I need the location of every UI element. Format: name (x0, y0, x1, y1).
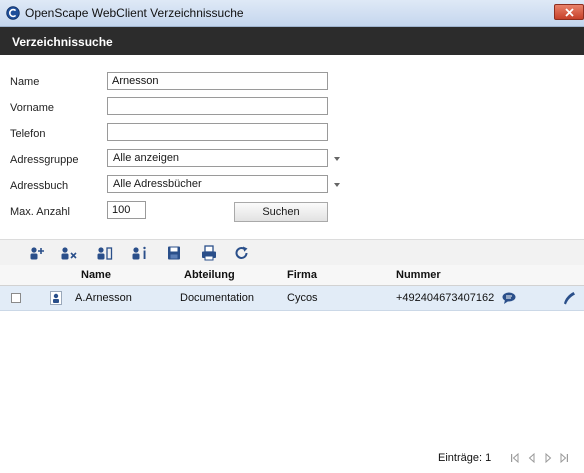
adressgruppe-chevron-down-icon[interactable] (334, 157, 340, 161)
adressbuch-label: Adressbuch (10, 180, 69, 192)
contact-person-icon (50, 291, 62, 305)
last-page-icon[interactable] (559, 452, 569, 464)
column-header-name[interactable]: Name (81, 269, 111, 281)
max-anzahl-label: Max. Anzahl (10, 206, 70, 218)
adressgruppe-label: Adressgruppe (10, 154, 79, 166)
adressgruppe-value: Alle anzeigen (113, 152, 180, 164)
next-page-icon[interactable] (543, 452, 553, 464)
status-bar: Einträge: 1 (0, 440, 584, 473)
entry-count: Einträge: 1 (438, 452, 492, 464)
vorname-input[interactable] (107, 97, 328, 115)
section-header: Verzeichnissuche (0, 27, 584, 55)
app-logo-icon (6, 6, 20, 20)
row-checkbox[interactable] (11, 293, 21, 303)
adressgruppe-select[interactable]: Alle anzeigen (107, 149, 328, 167)
column-header-abteilung[interactable]: Abteilung (184, 269, 235, 281)
telefon-input[interactable] (107, 123, 328, 141)
window-titlebar: OpenScape WebClient Verzeichnissuche (0, 0, 584, 27)
column-header-firma[interactable]: Firma (287, 269, 317, 281)
remove-contact-icon[interactable] (60, 245, 78, 261)
column-header-nummer[interactable]: Nummer (396, 269, 441, 281)
add-contact-icon[interactable] (28, 245, 46, 261)
save-icon[interactable] (165, 245, 183, 261)
adressbuch-select[interactable]: Alle Adressbücher (107, 175, 328, 193)
previous-page-icon[interactable] (527, 452, 537, 464)
refresh-icon[interactable] (233, 245, 251, 261)
name-input[interactable] (107, 72, 328, 90)
row-abteilung: Documentation (180, 292, 254, 304)
row-nummer: +492404673407162 (396, 292, 495, 304)
search-button[interactable]: Suchen (234, 202, 328, 222)
max-anzahl-input[interactable] (107, 201, 146, 219)
first-page-icon[interactable] (510, 452, 520, 464)
row-name: A.Arnesson (75, 292, 132, 304)
row-firma: Cycos (287, 292, 318, 304)
contact-edit-icon[interactable] (96, 245, 114, 261)
vorname-label: Vorname (10, 102, 55, 114)
telefon-label: Telefon (10, 128, 46, 140)
table-row[interactable]: A.Arnesson Documentation Cycos +49240467… (0, 286, 584, 311)
table-header: Name Abteilung Firma Nummer (0, 265, 584, 286)
phone-call-icon[interactable] (562, 290, 576, 306)
adressbuch-value: Alle Adressbücher (113, 178, 202, 190)
adressbuch-chevron-down-icon[interactable] (334, 183, 340, 187)
close-icon (565, 8, 574, 17)
chat-bubble-icon[interactable] (501, 291, 517, 305)
toolbar (0, 239, 584, 266)
close-button[interactable] (554, 4, 584, 20)
print-icon[interactable] (200, 245, 218, 261)
contact-info-icon[interactable] (131, 245, 149, 261)
section-title: Verzeichnissuche (12, 35, 113, 49)
name-label: Name (10, 76, 40, 88)
window-title: OpenScape WebClient Verzeichnissuche (25, 6, 244, 20)
